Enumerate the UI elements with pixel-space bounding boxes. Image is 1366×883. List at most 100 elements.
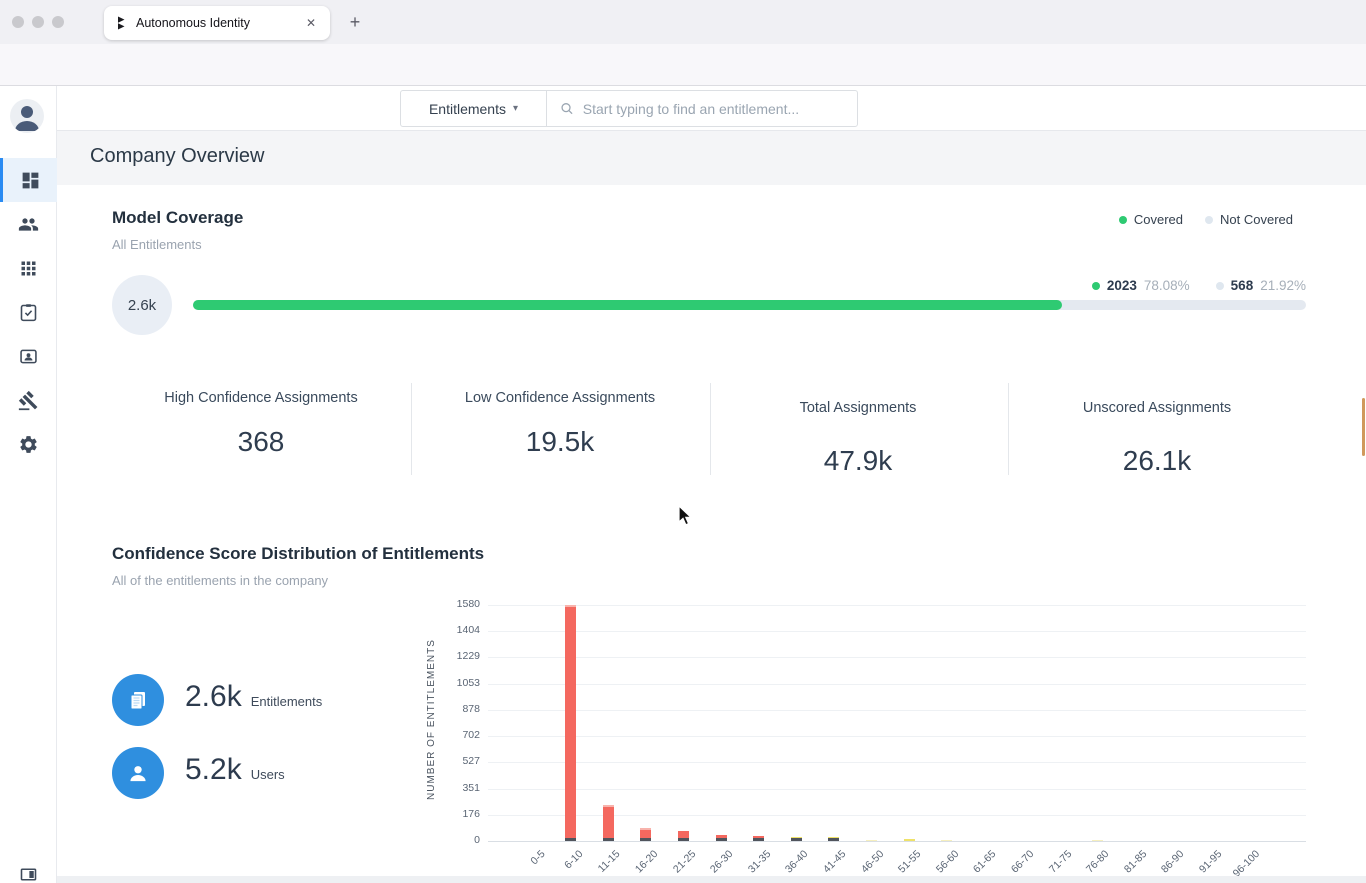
y-tick-label: 1580 bbox=[426, 598, 480, 610]
not-covered-count: 568 21.92% bbox=[1216, 278, 1306, 293]
apps-grid-icon bbox=[18, 258, 39, 279]
bar-6-10 bbox=[565, 605, 576, 841]
stat-total-assignments: Total Assignments 47.9k bbox=[743, 388, 973, 477]
users-summary-icon bbox=[112, 747, 164, 799]
dashboard-icon bbox=[20, 170, 41, 191]
stat-high-confidence: High Confidence Assignments 368 bbox=[146, 388, 376, 458]
gridline bbox=[488, 736, 1306, 737]
entitlements-summary: 2.6k Entitlements bbox=[185, 680, 322, 714]
sidebar-item-users[interactable] bbox=[0, 202, 57, 246]
traffic-light-minimize-button[interactable] bbox=[32, 16, 44, 28]
not-covered-dot-icon bbox=[1205, 216, 1213, 224]
y-tick-label: 0 bbox=[426, 834, 480, 846]
bar-base bbox=[791, 838, 802, 841]
sidebar-collapse-icon bbox=[18, 864, 39, 883]
bar-26-30 bbox=[716, 835, 727, 841]
page-title-band: Company Overview bbox=[57, 131, 1366, 185]
coverage-progress-fill bbox=[193, 300, 1062, 310]
covered-dot-icon bbox=[1092, 282, 1100, 290]
new-tab-button[interactable]: + bbox=[343, 10, 367, 34]
settings-gear-icon bbox=[18, 434, 39, 455]
traffic-light-close-button[interactable] bbox=[12, 16, 24, 28]
clipboard-check-icon bbox=[18, 302, 39, 323]
y-tick-label: 527 bbox=[426, 755, 480, 767]
app-sidebar bbox=[0, 86, 57, 883]
legend-not-covered: Not Covered bbox=[1205, 212, 1293, 227]
sidebar-collapse-toggle[interactable] bbox=[0, 852, 57, 883]
traffic-light-zoom-button[interactable] bbox=[52, 16, 64, 28]
bar-base bbox=[716, 838, 727, 841]
gridline bbox=[488, 657, 1306, 658]
sidebar-item-settings[interactable] bbox=[0, 422, 57, 466]
model-coverage-title: Model Coverage bbox=[112, 208, 243, 228]
coverage-legend: Covered Not Covered bbox=[1119, 212, 1293, 227]
y-tick-label: 878 bbox=[426, 703, 480, 715]
bar-31-35 bbox=[753, 836, 764, 841]
sidebar-item-applications[interactable] bbox=[0, 246, 57, 290]
bar-16-20 bbox=[640, 828, 651, 841]
identity-badge-icon bbox=[18, 346, 39, 367]
bar-base bbox=[640, 838, 651, 841]
scrollbar-thumb[interactable] bbox=[1362, 398, 1365, 456]
bar-cap bbox=[640, 828, 651, 830]
gridline bbox=[488, 684, 1306, 685]
sidebar-item-dashboard[interactable] bbox=[0, 158, 57, 202]
chevron-down-icon: ▾ bbox=[513, 103, 518, 114]
bar-51-55 bbox=[904, 839, 915, 841]
entitlement-search: Entitlements ▾ bbox=[400, 90, 858, 127]
y-tick-label: 176 bbox=[426, 808, 480, 820]
next-section-edge bbox=[57, 876, 1366, 883]
coverage-progress-bar bbox=[193, 300, 1306, 310]
bar-cap bbox=[603, 805, 614, 807]
gavel-icon bbox=[18, 390, 39, 411]
search-input[interactable] bbox=[583, 101, 844, 117]
page-title: Company Overview bbox=[90, 145, 265, 168]
stat-divider bbox=[1008, 383, 1009, 475]
sidebar-item-rules[interactable] bbox=[0, 378, 57, 422]
covered-dot-icon bbox=[1119, 216, 1127, 224]
bar-base bbox=[565, 838, 576, 841]
search-filter-dropdown[interactable]: Entitlements ▾ bbox=[401, 91, 547, 126]
total-entitlements-badge: 2.6k bbox=[112, 275, 172, 335]
tab-close-icon[interactable]: ✕ bbox=[302, 14, 320, 32]
browser-titlebar: Autonomous Identity ✕ + bbox=[0, 0, 1366, 44]
user-icon bbox=[125, 760, 151, 786]
bar-base bbox=[753, 838, 764, 841]
bar-41-45 bbox=[828, 837, 839, 841]
confidence-distribution-chart: 017635152770287810531229140415800-56-101… bbox=[488, 598, 1306, 880]
y-tick-label: 1404 bbox=[426, 624, 480, 636]
y-tick-label: 1229 bbox=[426, 650, 480, 662]
gridline bbox=[488, 631, 1306, 632]
chart-plot-area bbox=[488, 598, 1306, 841]
stat-unscored-assignments: Unscored Assignments 26.1k bbox=[1042, 388, 1272, 477]
forgerock-logo-icon bbox=[114, 16, 128, 30]
sidebar-item-identities[interactable] bbox=[0, 334, 57, 378]
bar-base bbox=[678, 838, 689, 841]
not-covered-dot-icon bbox=[1216, 282, 1224, 290]
legend-covered: Covered bbox=[1119, 212, 1183, 227]
bar-base bbox=[603, 838, 614, 841]
stat-divider bbox=[411, 383, 412, 475]
y-tick-label: 351 bbox=[426, 782, 480, 794]
bar-56-60 bbox=[941, 840, 952, 842]
bar-36-40 bbox=[791, 837, 802, 841]
avatar[interactable] bbox=[10, 99, 44, 133]
tab-title: Autonomous Identity bbox=[136, 16, 294, 30]
gridline bbox=[488, 605, 1306, 606]
browser-navbar: ← → ↻ ⌂ https://autoid-ui.forgerock.com/… bbox=[0, 44, 1366, 86]
gridline bbox=[488, 710, 1306, 711]
entitlements-summary-icon bbox=[112, 674, 164, 726]
bar-21-25 bbox=[678, 831, 689, 841]
bar-cap bbox=[565, 605, 576, 607]
search-icon bbox=[560, 101, 574, 116]
gridline bbox=[488, 789, 1306, 790]
documents-icon bbox=[126, 688, 150, 712]
browser-tab[interactable]: Autonomous Identity ✕ bbox=[104, 6, 330, 40]
stat-divider bbox=[710, 383, 711, 475]
users-summary: 5.2k Users bbox=[185, 753, 285, 787]
sidebar-item-certifications[interactable] bbox=[0, 290, 57, 334]
browser-window: Autonomous Identity ✕ + ← → ↻ ⌂ https://… bbox=[0, 0, 1366, 883]
users-icon bbox=[18, 214, 39, 235]
bar-11-15 bbox=[603, 805, 614, 841]
stat-low-confidence: Low Confidence Assignments 19.5k bbox=[445, 388, 675, 458]
